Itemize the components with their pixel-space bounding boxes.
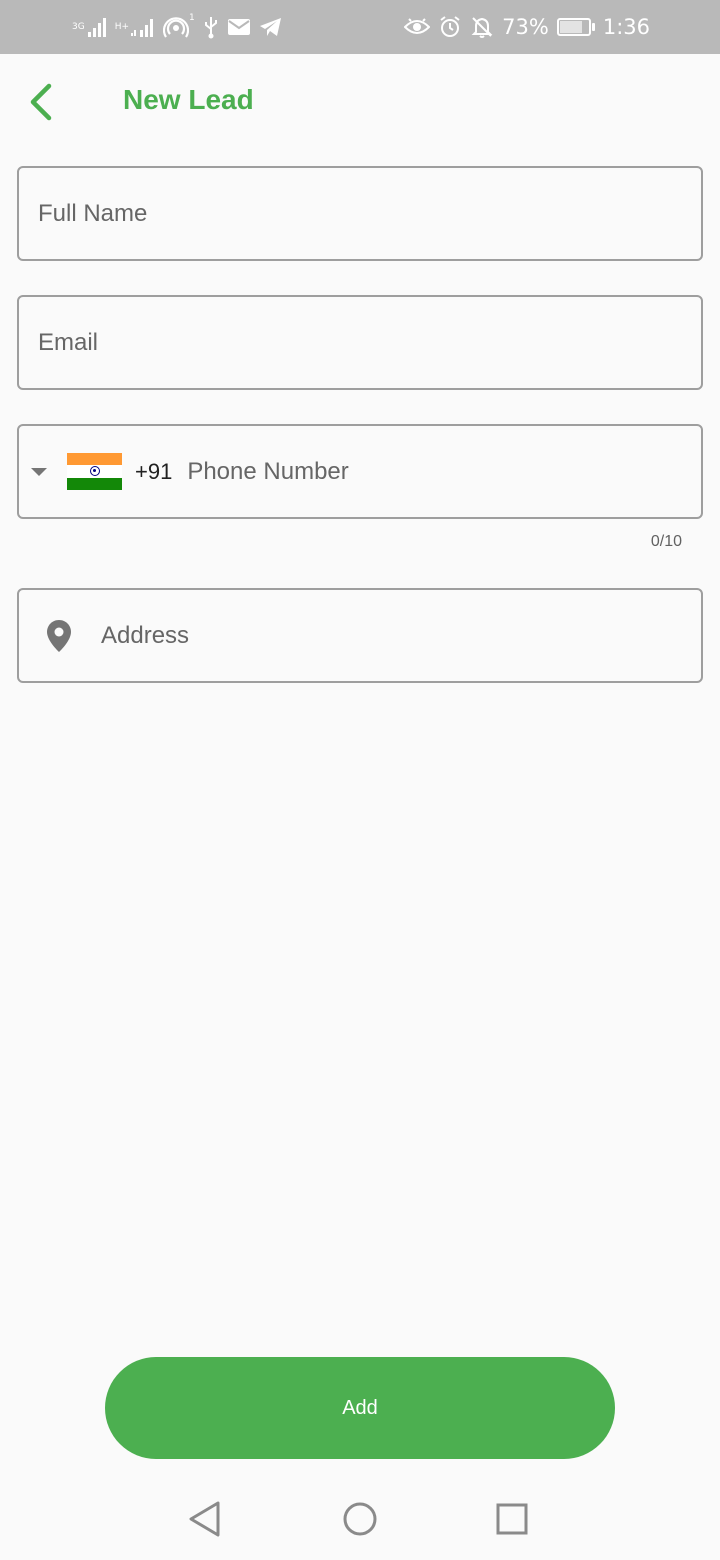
nav-recents-icon (496, 1503, 528, 1535)
address-input[interactable] (99, 590, 701, 681)
net-type-2-label: H+ (114, 21, 130, 32)
status-left-icons: 3G H+ 1 (72, 12, 283, 42)
notifications-off-icon (470, 15, 494, 39)
email-field-container (17, 295, 703, 390)
usb-icon (203, 15, 219, 39)
nav-home-button[interactable] (335, 1494, 385, 1544)
nav-home-icon (343, 1502, 377, 1536)
back-button[interactable] (18, 80, 62, 124)
net-type-label: 3G (72, 21, 85, 32)
alarm-icon (438, 15, 462, 39)
country-code-picker[interactable]: +91 (19, 426, 172, 517)
signal-3g-icon: 3G (72, 16, 107, 38)
app-header: New Lead (0, 54, 720, 150)
hotspot-badge: 1 (189, 13, 195, 23)
location-pin-icon (19, 590, 99, 681)
full-name-input[interactable] (19, 168, 701, 259)
battery-icon (556, 18, 595, 36)
back-arrow-icon (30, 83, 52, 121)
full-name-field-container (17, 166, 703, 261)
signal-hplus-icon: H+ (115, 16, 155, 38)
nav-back-icon (189, 1501, 220, 1537)
telegram-icon (259, 16, 283, 38)
page-title: New Lead (123, 84, 254, 115)
status-bar: 3G H+ 1 73% 1:36 (0, 0, 720, 54)
nav-back-button[interactable] (180, 1494, 230, 1544)
mail-icon (227, 18, 251, 36)
system-nav-bar (0, 1476, 720, 1560)
dropdown-arrow-icon (31, 467, 47, 476)
nav-recents-button[interactable] (487, 1494, 537, 1544)
hotspot-icon: 1 (163, 14, 195, 40)
add-button[interactable]: Add (105, 1357, 615, 1459)
address-field-container (17, 588, 703, 683)
india-flag-icon (67, 453, 122, 490)
phone-char-counter: 0/10 (650, 533, 682, 550)
email-input[interactable] (19, 297, 701, 388)
phone-number-input[interactable] (172, 426, 701, 517)
battery-fill (559, 21, 582, 33)
status-right-icons: 73% 1:36 (404, 12, 650, 42)
clock: 1:36 (602, 15, 650, 39)
phone-field-container: +91 (17, 424, 703, 519)
eye-comfort-icon (404, 17, 431, 37)
battery-percent: 73% (502, 15, 549, 39)
dial-code: +91 (135, 458, 173, 484)
